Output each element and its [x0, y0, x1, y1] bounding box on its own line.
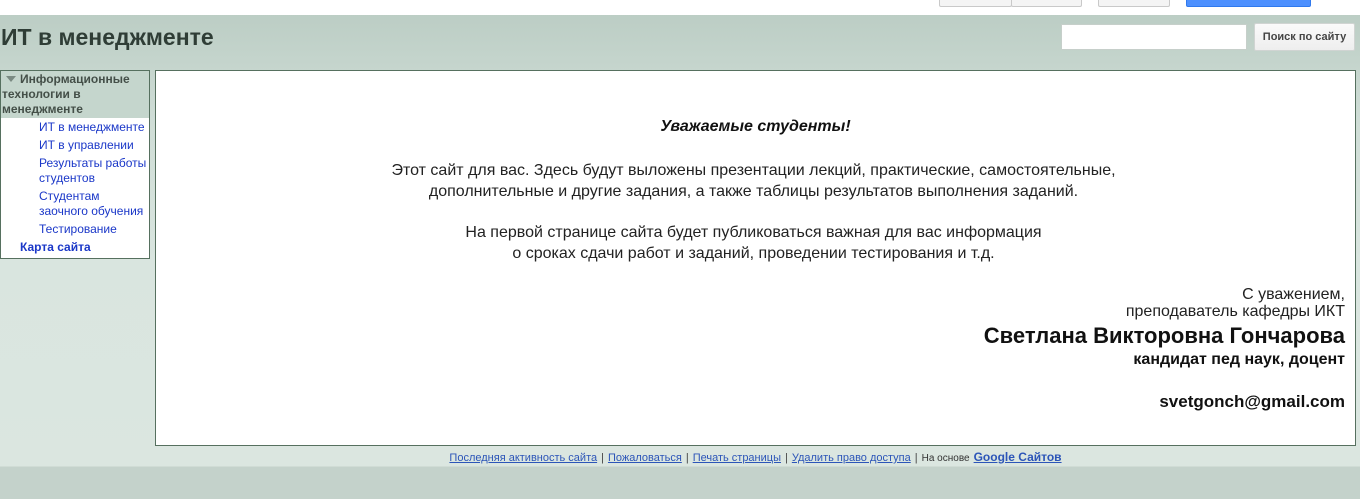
sidebar-item: ИТ в менеджменте — [1, 120, 149, 138]
sidebar-navigation: Информационные технологии в менеджменте … — [0, 70, 150, 259]
collapse-triangle-icon[interactable] — [6, 76, 16, 83]
sidebar-item-distance-students[interactable]: Студентам заочного обучения — [39, 189, 143, 218]
search-button[interactable]: Поиск по сайту — [1254, 23, 1355, 51]
toolbar-button[interactable] — [939, 0, 1012, 7]
footer-separator: | — [784, 452, 788, 464]
intro-paragraph-line: Этот сайт для вас. Здесь будут выложены … — [391, 162, 1116, 179]
intro-paragraph: Этот сайт для вас. Здесь будут выложены … — [156, 160, 1351, 202]
signature-name: Светлана Викторовна Гончарова — [983, 323, 1345, 348]
signature-degree: кандидат пед наук, доцент — [1133, 351, 1345, 368]
signature-email: svetgonch@gmail.com — [1159, 392, 1345, 411]
sidebar-section-title: Информационные технологии в менеджменте — [2, 72, 130, 116]
info-paragraph-line: о сроках сдачи работ и заданий, проведен… — [512, 245, 995, 262]
footer-separator: | — [685, 452, 689, 464]
footer-separator: | — [914, 452, 918, 464]
footer-based-on: На основе — [921, 453, 970, 464]
search-input[interactable] — [1061, 24, 1247, 50]
footer-link-remove-access[interactable]: Удалить право доступа — [792, 452, 911, 464]
sidebar-item-it-management[interactable]: ИТ в менеджменте — [39, 120, 145, 134]
toolbar-button[interactable] — [1098, 0, 1170, 7]
sidebar-item: Результаты работы студентов — [1, 156, 149, 189]
sidebar-section-header[interactable]: Информационные технологии в менеджменте — [1, 71, 149, 118]
info-paragraph-line: На первой странице сайта будет публикова… — [465, 224, 1042, 241]
toolbar-button[interactable] — [1011, 0, 1082, 7]
sidebar-item-testing[interactable]: Тестирование — [39, 222, 117, 236]
footer-link-report-abuse[interactable]: Пожаловаться — [608, 452, 682, 464]
site-title[interactable]: ИТ в менеджменте — [1, 23, 214, 51]
sidebar-item: Студентам заочного обучения — [1, 189, 149, 222]
intro-paragraph-line: дополнительные и другие задания, а также… — [428, 183, 1079, 200]
footer-link-print-page[interactable]: Печать страницы — [693, 452, 781, 464]
top-toolbar-strip — [0, 0, 1360, 15]
footer-separator: | — [601, 452, 604, 464]
footer-link-google-sites[interactable]: Google Сайтов — [974, 450, 1062, 464]
info-paragraph: На первой странице сайта будет публикова… — [156, 222, 1351, 264]
footer: Последняя активность сайта | Пожаловаться |… — [155, 450, 1356, 466]
share-button[interactable] — [1186, 0, 1311, 7]
sidebar-item: Тестирование — [1, 222, 149, 240]
sidebar-item: ИТ в управлении — [1, 138, 149, 156]
sidebar-item-student-results[interactable]: Результаты работы студентов — [39, 156, 146, 185]
signature-position: преподаватель кафедры ИКТ — [1125, 303, 1345, 320]
main-content: Уважаемые студенты! Этот сайт для вас. З… — [155, 70, 1356, 446]
signature-regards: С уважением, — [1242, 286, 1345, 303]
sidebar-item-it-administration[interactable]: ИТ в управлении — [39, 138, 134, 152]
sitemap-link[interactable]: Карта сайта — [1, 240, 149, 255]
greeting-heading: Уважаемые студенты! — [660, 118, 851, 135]
sidebar-list: ИТ в менеджменте ИТ в управлении Результ… — [1, 118, 149, 240]
footer-link-recent-activity[interactable]: Последняя активность сайта — [449, 452, 597, 464]
